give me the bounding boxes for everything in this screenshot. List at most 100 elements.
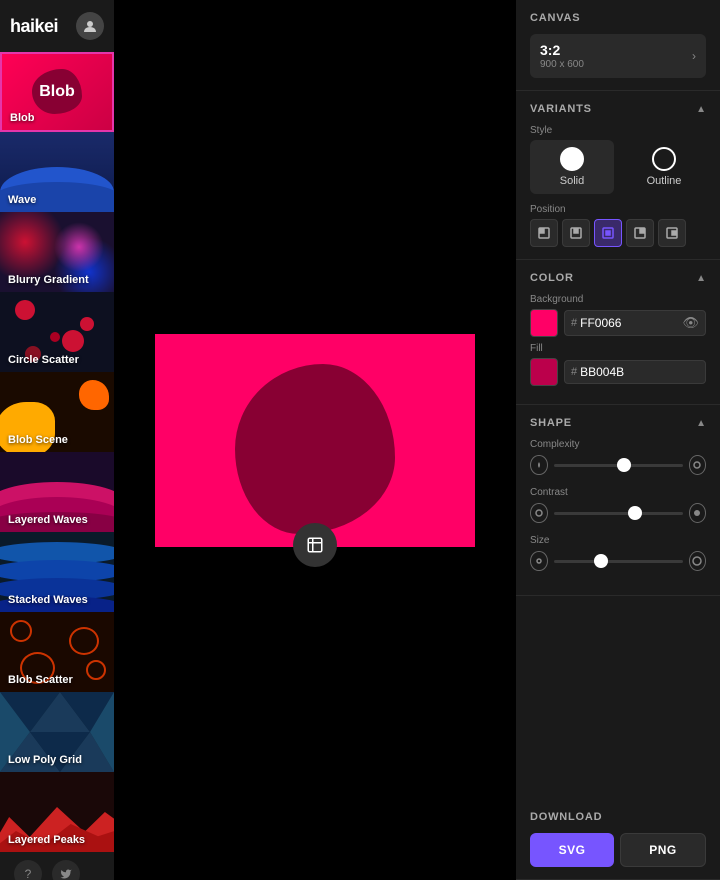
bg-label: Background <box>530 294 706 305</box>
sidebar-item-wave[interactable]: Wave <box>0 132 114 212</box>
shape-title: SHAPE <box>530 417 572 429</box>
background-hex-wrap: # 👁 <box>564 310 706 336</box>
size-label: Size <box>530 535 706 546</box>
color-header: COLOR ▲ <box>530 272 706 284</box>
pos-tl-button[interactable] <box>530 219 558 247</box>
ratio-dims: 900 x 600 <box>540 59 584 70</box>
variants-chevron-icon[interactable]: ▲ <box>696 104 706 115</box>
complexity-row: Complexity <box>530 439 706 475</box>
fill-hex-wrap: # <box>564 360 706 384</box>
fill-color-row: # <box>530 358 706 386</box>
size-slider[interactable] <box>554 560 683 563</box>
color-chevron-icon[interactable]: ▲ <box>696 273 706 284</box>
download-title: DOWNLOAD <box>530 811 602 823</box>
help-button[interactable]: ? <box>14 860 42 880</box>
sidebar: haikei Blob Wave Blurry Gradient <box>0 0 114 880</box>
hash-icon-bg: # <box>571 317 577 329</box>
right-panel: CANVAS 3:2 900 x 600 › VARIANTS ▲ Style … <box>516 0 720 880</box>
solid-label: Solid <box>560 175 584 187</box>
style-solid-option[interactable]: Solid <box>530 140 614 194</box>
contrast-row: Contrast <box>530 487 706 523</box>
app-header: haikei <box>0 0 114 52</box>
sidebar-item-blob-scatter[interactable]: Blob Scatter <box>0 612 114 692</box>
sidebar-footer: ? <box>0 852 114 880</box>
pattern-label-low-poly-grid: Low Poly Grid <box>8 754 82 766</box>
pattern-label-blob-scene: Blob Scene <box>8 434 68 446</box>
blob-shape <box>235 364 395 534</box>
variants-section: VARIANTS ▲ Style Solid Outline Position <box>516 91 720 260</box>
pattern-label-layered-waves: Layered Waves <box>8 514 88 526</box>
pattern-label-blob: Blob <box>10 112 34 124</box>
pattern-label-blob-scatter: Blob Scatter <box>8 674 73 686</box>
chevron-right-icon: › <box>692 49 696 63</box>
canvas-title: CANVAS <box>530 12 580 24</box>
complexity-max-icon <box>689 455 707 475</box>
ratio-value: 3:2 <box>540 42 584 58</box>
background-hex-input[interactable] <box>580 316 650 330</box>
contrast-slider[interactable] <box>554 512 683 515</box>
style-label: Style <box>530 125 706 136</box>
sidebar-item-layered-peaks[interactable]: Layered Peaks <box>0 772 114 852</box>
fill-label: Fill <box>530 343 706 354</box>
svg-download-button[interactable]: SVG <box>530 833 614 867</box>
png-download-button[interactable]: PNG <box>620 833 706 867</box>
canvas-preview <box>155 334 475 547</box>
canvas-ratio-button[interactable]: 3:2 900 x 600 › <box>530 34 706 78</box>
complexity-label: Complexity <box>530 439 706 450</box>
canvas-section: CANVAS 3:2 900 x 600 › <box>516 0 720 91</box>
shape-section: SHAPE ▲ Complexity Contrast <box>516 405 720 596</box>
variants-header: VARIANTS ▲ <box>530 103 706 115</box>
outline-label: Outline <box>647 175 682 187</box>
sidebar-item-layered-waves[interactable]: Layered Waves <box>0 452 114 532</box>
size-row: Size <box>530 535 706 571</box>
main-canvas <box>114 0 516 880</box>
randomize-button[interactable] <box>293 523 337 567</box>
eye-button-bg[interactable]: 👁 <box>682 315 699 331</box>
app-logo: haikei <box>10 16 58 37</box>
shape-header: SHAPE ▲ <box>530 417 706 429</box>
fill-swatch[interactable] <box>530 358 558 386</box>
sidebar-item-blob-scene[interactable]: Blob Scene <box>0 372 114 452</box>
sidebar-item-blob[interactable]: Blob <box>0 52 114 132</box>
pos-center-button[interactable] <box>594 219 622 247</box>
color-section: COLOR ▲ Background # 👁 Fill # <box>516 260 720 405</box>
style-options: Solid Outline <box>530 140 706 194</box>
contrast-min-icon <box>530 503 548 523</box>
contrast-label: Contrast <box>530 487 706 498</box>
size-max-icon <box>689 551 707 571</box>
pattern-label-layered-peaks: Layered Peaks <box>8 834 85 846</box>
download-header: DOWNLOAD <box>530 811 706 823</box>
position-options <box>530 219 706 247</box>
twitter-button[interactable] <box>52 860 80 880</box>
background-color-row: # 👁 <box>530 309 706 337</box>
pos-top-button[interactable] <box>562 219 590 247</box>
sidebar-item-blurry-gradient[interactable]: Blurry Gradient <box>0 212 114 292</box>
background-swatch[interactable] <box>530 309 558 337</box>
contrast-max-icon <box>689 503 707 523</box>
fill-hex-input[interactable] <box>580 365 650 379</box>
complexity-slider[interactable] <box>554 464 683 467</box>
shape-chevron-icon[interactable]: ▲ <box>696 418 706 429</box>
canvas-section-header: CANVAS <box>530 12 706 24</box>
color-title: COLOR <box>530 272 574 284</box>
pos-right-button[interactable] <box>658 219 686 247</box>
pattern-label-circle-scatter: Circle Scatter <box>8 354 79 366</box>
pattern-label-blurry-gradient: Blurry Gradient <box>8 274 89 286</box>
sidebar-item-stacked-waves[interactable]: Stacked Waves <box>0 532 114 612</box>
pos-tr-button[interactable] <box>626 219 654 247</box>
pattern-label-stacked-waves: Stacked Waves <box>8 594 88 606</box>
pattern-label-wave: Wave <box>8 194 36 206</box>
sidebar-item-circle-scatter[interactable]: Circle Scatter <box>0 292 114 372</box>
hash-icon-fill: # <box>571 366 577 378</box>
download-section: DOWNLOAD SVG PNG <box>516 799 720 880</box>
outline-icon <box>652 147 676 171</box>
avatar-button[interactable] <box>76 12 104 40</box>
solid-icon <box>560 147 584 171</box>
complexity-min-icon <box>530 455 548 475</box>
size-min-icon <box>530 551 548 571</box>
sidebar-item-low-poly-grid[interactable]: Low Poly Grid <box>0 692 114 772</box>
panel-spacer <box>516 596 720 799</box>
download-buttons: SVG PNG <box>530 833 706 867</box>
position-label: Position <box>530 204 706 215</box>
style-outline-option[interactable]: Outline <box>622 140 706 194</box>
